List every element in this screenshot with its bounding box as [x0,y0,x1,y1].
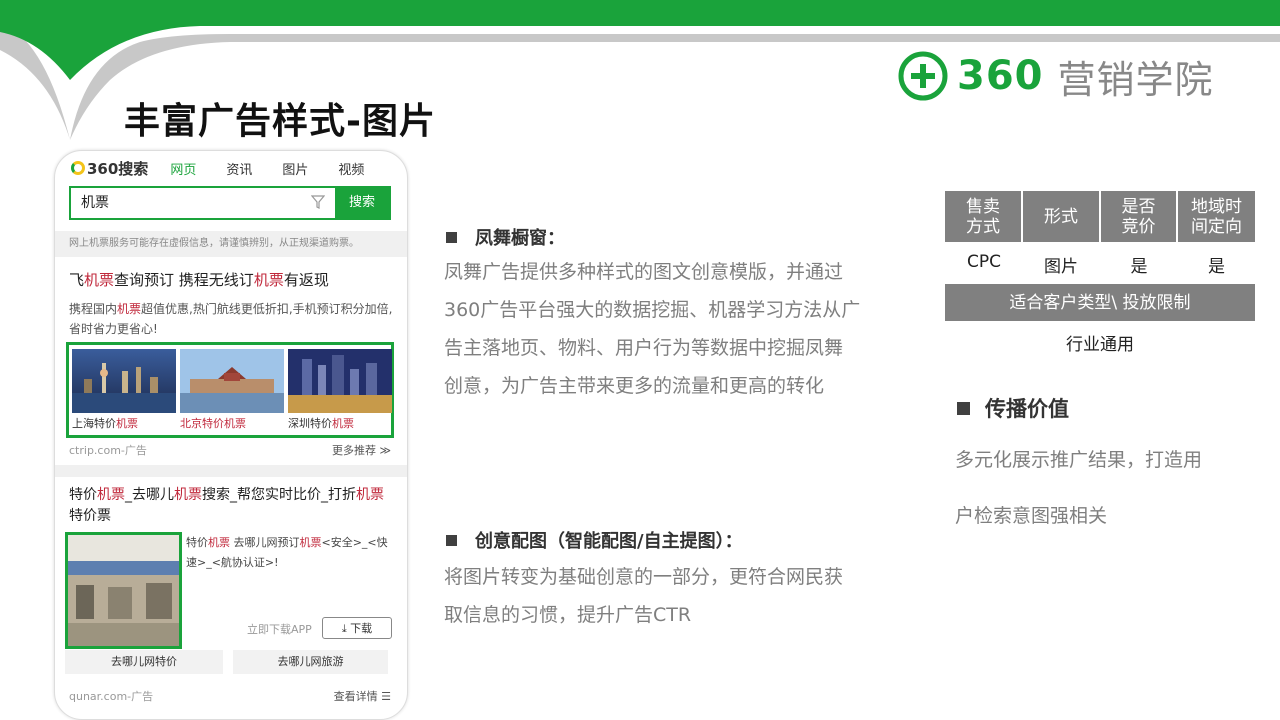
ad1-source: ctrip.com-广告 [69,444,147,457]
result-separator [55,465,407,477]
search-bar: 机票 搜索 [69,186,391,220]
tab-images[interactable]: 图片 [282,159,308,178]
logo-text: 360搜索 [87,159,149,178]
download-button[interactable]: ⤓ 下载 [322,617,392,639]
table-subheader: 适合客户类型\ 投放限制 [945,284,1255,321]
brand-360: 360 [957,53,1044,99]
thumb-caption-beijing[interactable]: 北京特价机票 [180,415,246,431]
table-value-form: 图片 [1044,257,1078,277]
tab-news[interactable]: 资讯 [226,159,252,178]
ad2-title[interactable]: 特价机票_去哪儿机票搜索_帮您实时比价_打折机票特价票 [69,485,391,527]
ad1-title[interactable]: 飞机票查询预订 携程无线订机票有返现 [69,269,399,290]
thumb-caption-shanghai[interactable]: 上海特价机票 [72,415,138,431]
page-title: 丰富广告样式-图片 [124,101,436,142]
section2-heading: 创意配图（智能配图/自主提图）： [446,527,743,553]
section1-body: 凤舞广告提供多种样式的图文创意模版，并通过 360广告平台强大的数据挖掘、机器学… [444,261,861,397]
qunar-travel-button[interactable]: 去哪儿网旅游 [233,650,388,674]
notice-bar: 网上机票服务可能存在虚假信息，请谨慎辨别，从正规渠道购票。 [55,231,407,257]
ad2-description: 特价机票 去哪儿网预订机票<安全>_<快速>_<航协认证>! [186,536,388,569]
thumb-caption-shenzhen[interactable]: 深圳特价机票 [288,415,354,431]
ad2-image[interactable] [65,532,182,649]
bullet-square-icon [957,401,970,415]
table-value-bidding: 是 [1130,257,1148,277]
qunar-deal-button[interactable]: 去哪儿网特价 [65,650,223,674]
table-header-targeting: 地域时 间定向 [1178,191,1255,242]
ad2-source: qunar.com-广告 [69,690,154,703]
section1-heading: 凤舞橱窗： [446,224,565,250]
phone-nav: 360搜索 网页 资讯 图片 视频 [71,157,394,179]
tab-web[interactable]: 网页 [170,159,196,178]
search-input[interactable]: 机票 [71,188,335,218]
filter-icon[interactable] [311,195,325,209]
ad1-description: 携程国内机票超值优惠,热门航线更低折扣,手机预订积分加倍,省时省力更省心! [69,302,393,336]
table-header-form: 形式 [1023,191,1099,242]
download-icon: ⤓ [341,622,351,635]
ad1-image-window: 上海特价机票 北京特价机票 深圳特价机票 [66,342,394,438]
search-input-value: 机票 [81,195,109,211]
bullet-square-icon [446,231,457,243]
shenzhen-image[interactable] [288,349,392,413]
brand-logo: 360 营销学院 [897,48,1214,104]
ad1-more-link[interactable]: 更多推荐 ≫ [332,442,391,458]
right-body-line2: 户检索意图强相关 [955,505,1108,527]
table-header-sale: 售卖 方式 [945,191,1021,242]
section2-body: 将图片转变为基础创意的一部分，更符合网民获 取信息的习惯，提升广告CTR [444,566,844,626]
search-logo[interactable]: 360搜索 [71,158,148,179]
right-heading: 传播价值 [957,393,1069,423]
phone-mockup: 360搜索 网页 资讯 图片 视频 机票 搜索 网上机票服务可能存在虚假信息，请… [54,150,408,720]
plus-circle-icon [898,51,948,101]
brand-name: 营销学院 [1057,57,1214,102]
search-button[interactable]: 搜索 [335,188,389,218]
shanghai-image[interactable] [72,349,176,413]
table-value-sale: CPC [967,252,1001,272]
bullet-square-icon [446,534,457,546]
table-value-targeting: 是 [1208,257,1225,277]
beijing-image[interactable] [180,349,284,413]
airport-image [68,535,179,646]
download-app-text: 立即下载APP [247,623,312,636]
table-subvalue: 行业通用 [1066,335,1134,355]
tab-video[interactable]: 视频 [338,159,364,178]
right-body-line1: 多元化展示推广结果，打造用 [955,449,1203,471]
logo-ring-icon [71,161,85,175]
ad2-detail-link[interactable]: 查看详情 ☰ [334,688,391,704]
table-header-bidding: 是否 竞价 [1101,191,1176,242]
